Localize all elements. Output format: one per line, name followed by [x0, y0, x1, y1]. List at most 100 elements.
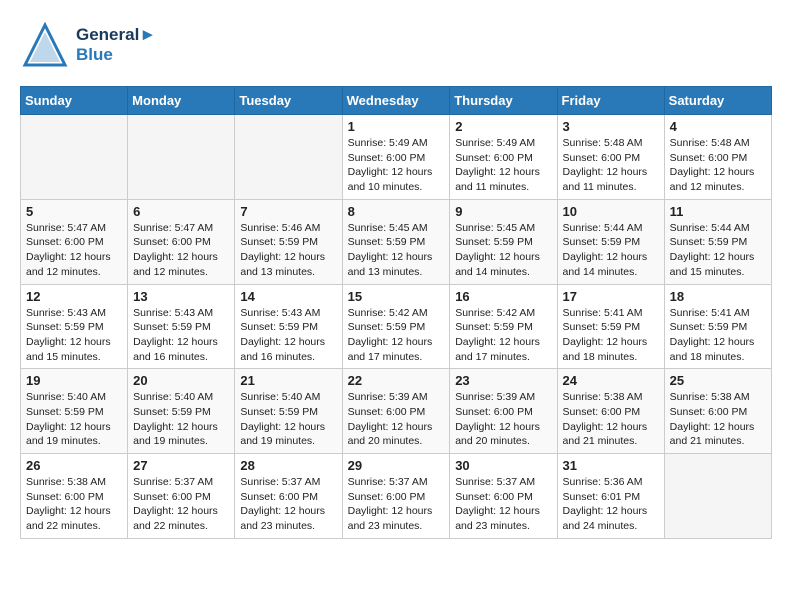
day-info: Sunrise: 5:44 AM Sunset: 5:59 PM Dayligh…: [670, 221, 766, 280]
calendar-cell: 1 Sunrise: 5:49 AM Sunset: 6:00 PM Daylig…: [342, 115, 450, 200]
day-info: Sunrise: 5:48 AM Sunset: 6:00 PM Dayligh…: [563, 136, 659, 195]
calendar-cell: 22 Sunrise: 5:39 AM Sunset: 6:00 PM Dayli…: [342, 369, 450, 454]
day-number: 12: [26, 289, 122, 304]
calendar-cell: 11 Sunrise: 5:44 AM Sunset: 5:59 PM Dayli…: [664, 199, 771, 284]
day-info: Sunrise: 5:42 AM Sunset: 5:59 PM Dayligh…: [348, 306, 445, 365]
day-number: 2: [455, 119, 551, 134]
day-number: 23: [455, 373, 551, 388]
calendar-cell: 26 Sunrise: 5:38 AM Sunset: 6:00 PM Dayli…: [21, 454, 128, 539]
calendar-cell: 28 Sunrise: 5:37 AM Sunset: 6:00 PM Dayli…: [235, 454, 342, 539]
calendar-cell: 30 Sunrise: 5:37 AM Sunset: 6:00 PM Dayli…: [450, 454, 557, 539]
calendar-cell: 12 Sunrise: 5:43 AM Sunset: 5:59 PM Dayli…: [21, 284, 128, 369]
logo-text-blue: Blue: [76, 45, 156, 65]
calendar-cell: 31 Sunrise: 5:36 AM Sunset: 6:01 PM Dayli…: [557, 454, 664, 539]
day-info: Sunrise: 5:46 AM Sunset: 5:59 PM Dayligh…: [240, 221, 336, 280]
day-number: 3: [563, 119, 659, 134]
day-info: Sunrise: 5:42 AM Sunset: 5:59 PM Dayligh…: [455, 306, 551, 365]
day-info: Sunrise: 5:39 AM Sunset: 6:00 PM Dayligh…: [348, 390, 445, 449]
day-info: Sunrise: 5:37 AM Sunset: 6:00 PM Dayligh…: [133, 475, 229, 534]
day-info: Sunrise: 5:49 AM Sunset: 6:00 PM Dayligh…: [348, 136, 445, 195]
day-info: Sunrise: 5:40 AM Sunset: 5:59 PM Dayligh…: [133, 390, 229, 449]
day-number: 10: [563, 204, 659, 219]
calendar-cell: 2 Sunrise: 5:49 AM Sunset: 6:00 PM Daylig…: [450, 115, 557, 200]
day-number: 14: [240, 289, 336, 304]
page-header: General► Blue: [20, 20, 772, 70]
logo: General► Blue: [20, 20, 156, 70]
calendar-cell: 29Sunrise: 5:37 AM Sunset: 6:00 PM Dayli…: [342, 454, 450, 539]
logo-text-general: General►: [76, 25, 156, 45]
weekday-header-friday: Friday: [557, 87, 664, 115]
day-info: Sunrise: 5:41 AM Sunset: 5:59 PM Dayligh…: [670, 306, 766, 365]
calendar-cell: 8 Sunrise: 5:45 AM Sunset: 5:59 PM Daylig…: [342, 199, 450, 284]
day-info: Sunrise: 5:40 AM Sunset: 5:59 PM Dayligh…: [240, 390, 336, 449]
day-info: Sunrise: 5:37 AM Sunset: 6:00 PM Dayligh…: [240, 475, 336, 534]
day-info: Sunrise: 5:36 AM Sunset: 6:01 PM Dayligh…: [563, 475, 659, 534]
calendar-cell: 9Sunrise: 5:45 AM Sunset: 5:59 PM Daylig…: [450, 199, 557, 284]
calendar-cell: 7 Sunrise: 5:46 AM Sunset: 5:59 PM Daylig…: [235, 199, 342, 284]
day-info: Sunrise: 5:44 AM Sunset: 5:59 PM Dayligh…: [563, 221, 659, 280]
day-info: Sunrise: 5:38 AM Sunset: 6:00 PM Dayligh…: [670, 390, 766, 449]
weekday-header-row: SundayMondayTuesdayWednesdayThursdayFrid…: [21, 87, 772, 115]
day-info: Sunrise: 5:38 AM Sunset: 6:00 PM Dayligh…: [26, 475, 122, 534]
calendar-cell: 5 Sunrise: 5:47 AM Sunset: 6:00 PM Daylig…: [21, 199, 128, 284]
calendar-cell: 27Sunrise: 5:37 AM Sunset: 6:00 PM Dayli…: [128, 454, 235, 539]
day-info: Sunrise: 5:43 AM Sunset: 5:59 PM Dayligh…: [26, 306, 122, 365]
day-number: 7: [240, 204, 336, 219]
day-number: 31: [563, 458, 659, 473]
calendar-cell: [664, 454, 771, 539]
day-info: Sunrise: 5:37 AM Sunset: 6:00 PM Dayligh…: [455, 475, 551, 534]
day-number: 17: [563, 289, 659, 304]
calendar-cell: 14 Sunrise: 5:43 AM Sunset: 5:59 PM Dayli…: [235, 284, 342, 369]
day-info: Sunrise: 5:38 AM Sunset: 6:00 PM Dayligh…: [563, 390, 659, 449]
calendar-cell: 24 Sunrise: 5:38 AM Sunset: 6:00 PM Dayli…: [557, 369, 664, 454]
day-number: 11: [670, 204, 766, 219]
calendar-row: 19Sunrise: 5:40 AM Sunset: 5:59 PM Dayli…: [21, 369, 772, 454]
day-info: Sunrise: 5:48 AM Sunset: 6:00 PM Dayligh…: [670, 136, 766, 195]
calendar-cell: 3 Sunrise: 5:48 AM Sunset: 6:00 PM Daylig…: [557, 115, 664, 200]
day-number: 24: [563, 373, 659, 388]
calendar-cell: [128, 115, 235, 200]
calendar-cell: 20 Sunrise: 5:40 AM Sunset: 5:59 PM Dayli…: [128, 369, 235, 454]
day-number: 16: [455, 289, 551, 304]
logo-icon: [20, 20, 70, 70]
calendar-cell: 21 Sunrise: 5:40 AM Sunset: 5:59 PM Dayli…: [235, 369, 342, 454]
day-info: Sunrise: 5:45 AM Sunset: 5:59 PM Dayligh…: [348, 221, 445, 280]
day-info: Sunrise: 5:40 AM Sunset: 5:59 PM Dayligh…: [26, 390, 122, 449]
day-number: 29: [348, 458, 445, 473]
weekday-header-wednesday: Wednesday: [342, 87, 450, 115]
day-info: Sunrise: 5:43 AM Sunset: 5:59 PM Dayligh…: [133, 306, 229, 365]
day-info: Sunrise: 5:47 AM Sunset: 6:00 PM Dayligh…: [133, 221, 229, 280]
day-info: Sunrise: 5:39 AM Sunset: 6:00 PM Dayligh…: [455, 390, 551, 449]
day-info: Sunrise: 5:49 AM Sunset: 6:00 PM Dayligh…: [455, 136, 551, 195]
calendar-row: 1 Sunrise: 5:49 AM Sunset: 6:00 PM Daylig…: [21, 115, 772, 200]
calendar-cell: 25Sunrise: 5:38 AM Sunset: 6:00 PM Dayli…: [664, 369, 771, 454]
day-number: 5: [26, 204, 122, 219]
calendar-cell: 16 Sunrise: 5:42 AM Sunset: 5:59 PM Dayli…: [450, 284, 557, 369]
weekday-header-monday: Monday: [128, 87, 235, 115]
day-info: Sunrise: 5:41 AM Sunset: 5:59 PM Dayligh…: [563, 306, 659, 365]
day-number: 30: [455, 458, 551, 473]
day-number: 20: [133, 373, 229, 388]
calendar-cell: [235, 115, 342, 200]
day-number: 21: [240, 373, 336, 388]
weekday-header-sunday: Sunday: [21, 87, 128, 115]
day-number: 15: [348, 289, 445, 304]
calendar-cell: 13 Sunrise: 5:43 AM Sunset: 5:59 PM Dayli…: [128, 284, 235, 369]
day-number: 1: [348, 119, 445, 134]
day-info: Sunrise: 5:45 AM Sunset: 5:59 PM Dayligh…: [455, 221, 551, 280]
calendar-cell: [21, 115, 128, 200]
day-number: 28: [240, 458, 336, 473]
calendar-cell: 17 Sunrise: 5:41 AM Sunset: 5:59 PM Dayli…: [557, 284, 664, 369]
day-number: 18: [670, 289, 766, 304]
day-info: Sunrise: 5:43 AM Sunset: 5:59 PM Dayligh…: [240, 306, 336, 365]
day-number: 22: [348, 373, 445, 388]
day-info: Sunrise: 5:47 AM Sunset: 6:00 PM Dayligh…: [26, 221, 122, 280]
day-number: 8: [348, 204, 445, 219]
calendar-cell: 18 Sunrise: 5:41 AM Sunset: 5:59 PM Dayli…: [664, 284, 771, 369]
day-number: 26: [26, 458, 122, 473]
calendar-cell: 23 Sunrise: 5:39 AM Sunset: 6:00 PM Dayli…: [450, 369, 557, 454]
calendar-cell: 10 Sunrise: 5:44 AM Sunset: 5:59 PM Dayli…: [557, 199, 664, 284]
day-number: 4: [670, 119, 766, 134]
calendar-row: 12 Sunrise: 5:43 AM Sunset: 5:59 PM Dayli…: [21, 284, 772, 369]
day-number: 13: [133, 289, 229, 304]
